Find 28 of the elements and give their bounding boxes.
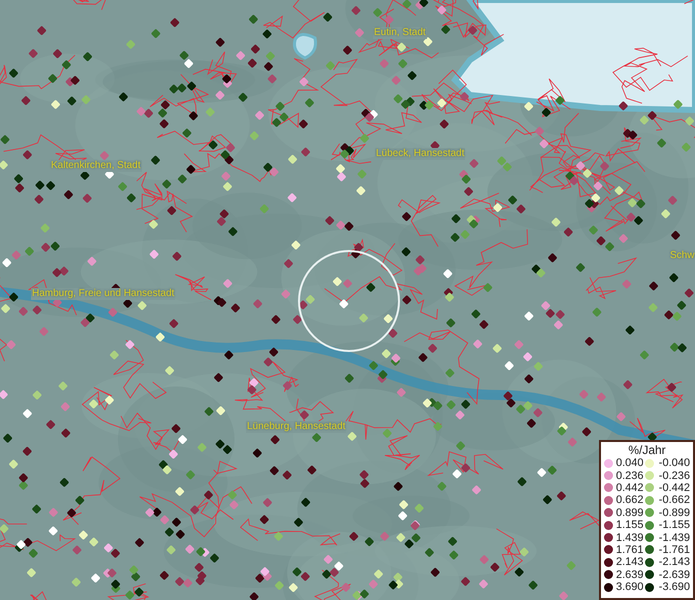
legend-value: -0.662 [658,494,690,506]
legend-value: 0.662 [616,494,644,506]
place-label: Lübeck, Hansestadt [375,148,466,160]
legend-title: %/Jahr [627,443,667,457]
place-label: Lüneburg, Hansestadt [246,421,346,433]
legend-value: -2.639 [658,568,690,581]
legend-value: -3.690 [658,581,690,594]
legend-value: 0.236 [616,470,644,482]
legend-value: -1.439 [658,532,690,544]
legend-value: -0.899 [658,506,690,519]
place-label: Hamburg, Freie und Hansestadt [31,288,176,300]
legend-value: 3.690 [616,581,644,594]
legend-value: -2.143 [658,556,690,568]
legend-value: -0.442 [658,482,690,494]
legend-value: 1.761 [616,544,644,556]
legend-value: -1.761 [658,544,690,556]
legend-value: 1.439 [616,532,644,544]
legend-value: 0.442 [616,482,644,494]
place-label: Eutin, Stadt [373,27,427,39]
legend-value: -0.040 [658,457,690,470]
legend-value: 0.040 [616,457,644,470]
legend-value: 2.143 [616,556,644,568]
legend-value: 0.899 [616,506,644,519]
legend-value: 1.155 [616,519,644,532]
legend-value: -1.155 [658,519,690,532]
legend-value: 2.639 [616,568,644,581]
legend-value: -0.236 [658,470,690,482]
place-label: Kaltenkirchen, Stadt [50,160,142,172]
